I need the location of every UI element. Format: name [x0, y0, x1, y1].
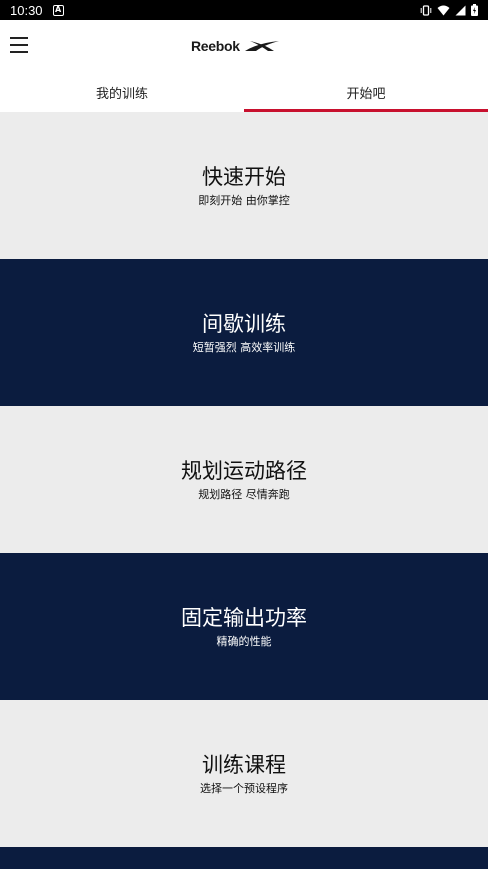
- card-title: 训练课程: [202, 753, 286, 777]
- card-constant-power[interactable]: 固定输出功率 精确的性能: [0, 553, 488, 700]
- card-subtitle: 即刻开始 由你掌控: [198, 194, 290, 207]
- card-plan-route[interactable]: 规划运动路径 规划路径 尽情奔跑: [0, 406, 488, 553]
- status-icons: [420, 4, 478, 16]
- card-title: 快速开始: [202, 165, 286, 189]
- wifi-icon: [437, 5, 450, 15]
- tab-get-started[interactable]: 开始吧: [244, 72, 488, 112]
- workout-card-list: 快速开始 即刻开始 由你掌控 间歇训练 短暂强烈 高效率训练 规划运动路径 规划…: [0, 112, 488, 869]
- battery-icon: [471, 4, 478, 16]
- tab-my-training[interactable]: 我的训练: [0, 72, 244, 112]
- card-subtitle: 选择一个预设程序: [200, 782, 288, 795]
- card-title: 固定输出功率: [181, 606, 307, 630]
- status-bar: 10:30 A: [0, 0, 488, 20]
- card-partial[interactable]: [0, 847, 488, 869]
- signal-icon: [455, 5, 466, 15]
- card-subtitle: 短暂强烈 高效率训练: [192, 341, 296, 354]
- card-title: 间歇训练: [202, 312, 286, 336]
- card-subtitle: 精确的性能: [216, 635, 272, 648]
- card-subtitle: 规划路径 尽情奔跑: [198, 488, 290, 501]
- logo-text: Reebok: [191, 38, 240, 54]
- card-training-course[interactable]: 训练课程 选择一个预设程序: [0, 700, 488, 847]
- reebok-logo: Reebok: [191, 38, 280, 54]
- reebok-vector-icon: [244, 41, 279, 51]
- tab-bar: 我的训练 开始吧: [0, 72, 488, 112]
- status-time: 10:30: [10, 2, 43, 18]
- notification-badge: A: [52, 4, 64, 16]
- card-quick-start[interactable]: 快速开始 即刻开始 由你掌控: [0, 112, 488, 259]
- card-interval-training[interactable]: 间歇训练 短暂强烈 高效率训练: [0, 259, 488, 406]
- card-title: 规划运动路径: [181, 459, 307, 483]
- app-bar: Reebok: [0, 20, 488, 72]
- vibrate-icon: [420, 4, 432, 16]
- menu-icon[interactable]: [10, 37, 28, 53]
